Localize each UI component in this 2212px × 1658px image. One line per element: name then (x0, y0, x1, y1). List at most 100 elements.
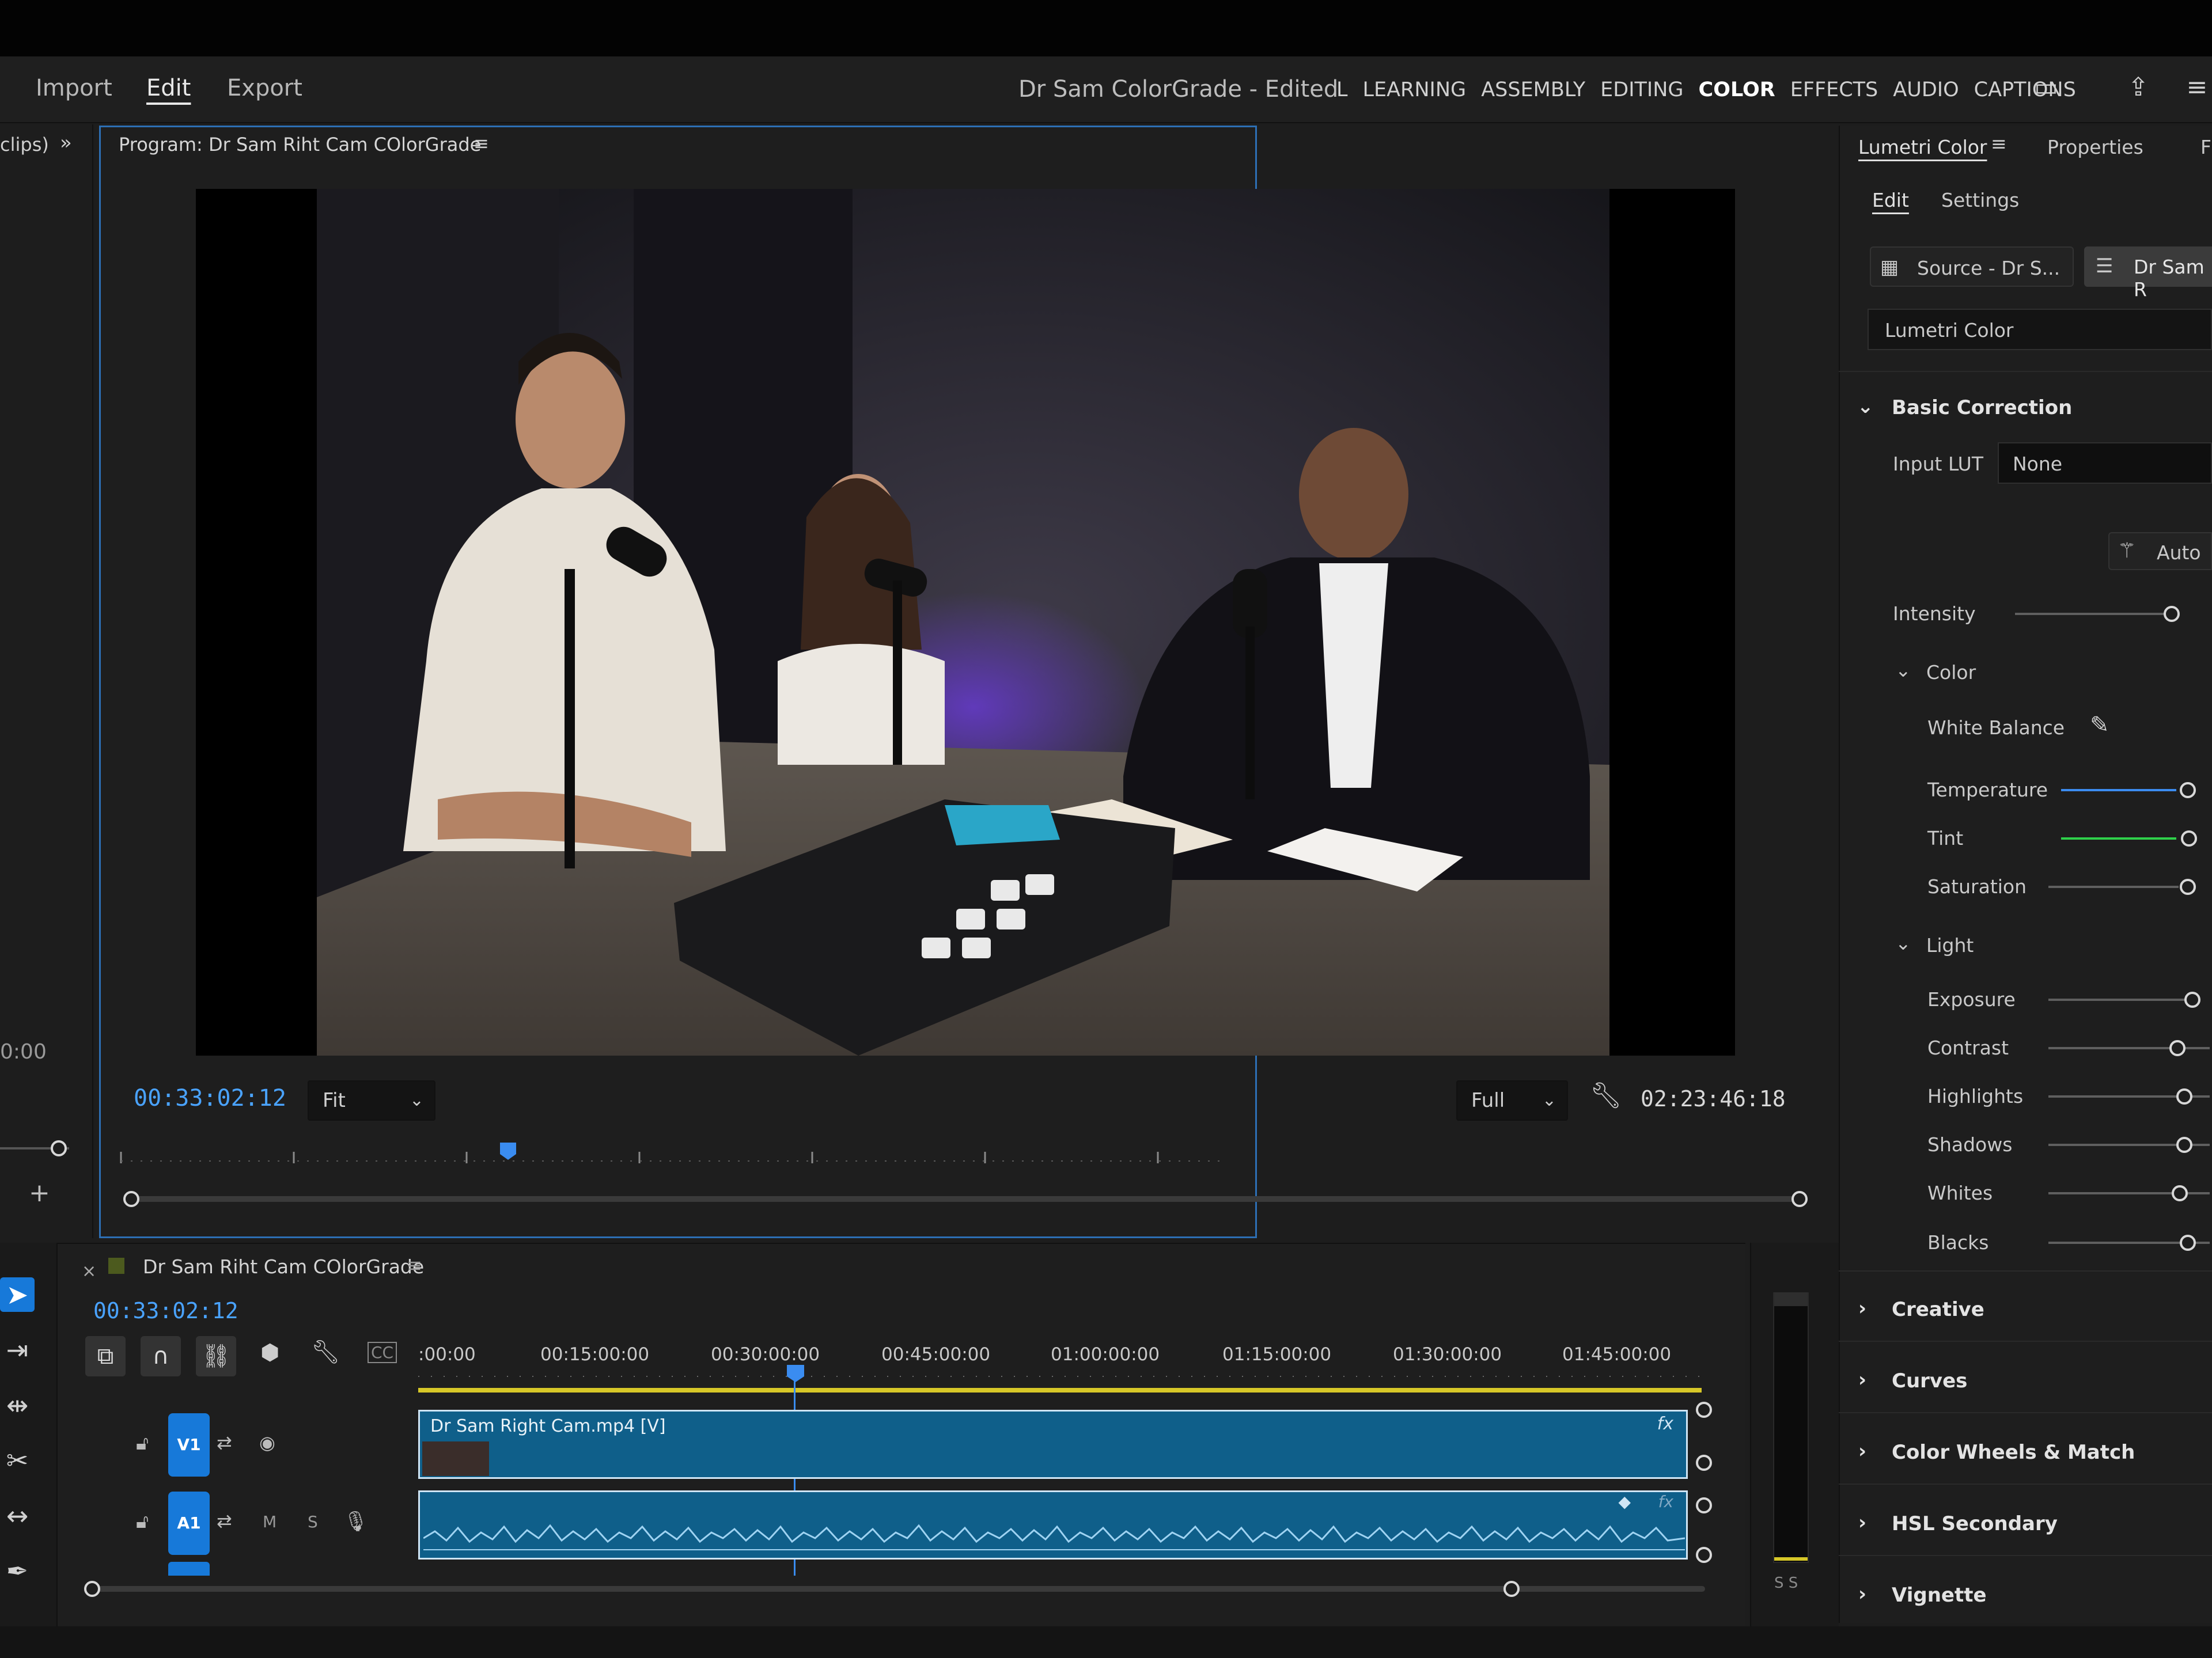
quality-dropdown[interactable]: Full ⌄ (1456, 1080, 1568, 1121)
track-target-v1[interactable]: V1 (168, 1413, 210, 1477)
audio-clip[interactable]: ◆ fx (418, 1490, 1688, 1560)
blacks-knob[interactable] (2180, 1235, 2196, 1251)
lumetri-menu-icon[interactable]: ≡ (1991, 132, 2007, 155)
workspace-tab-editing[interactable]: EDITING (1600, 78, 1683, 101)
sync-lock-icon[interactable]: ⇄ (217, 1510, 232, 1532)
program-zoom-right-handle[interactable] (1791, 1191, 1808, 1207)
expand-panels-icon[interactable]: » (60, 131, 72, 154)
track-handle[interactable] (1696, 1497, 1712, 1513)
auto-button[interactable]: ⚚ Auto (2108, 532, 2212, 570)
add-icon[interactable]: + (29, 1178, 50, 1208)
temperature-knob[interactable] (2180, 782, 2196, 798)
section-row-hsl[interactable]: › HSL Secondary (1839, 1484, 2212, 1554)
track-target-a2[interactable] (168, 1562, 210, 1576)
meter-solo-labels[interactable]: S S (1774, 1574, 1798, 1592)
tab-overflow[interactable]: F (2200, 136, 2211, 158)
timeline-timecode[interactable]: 00:33:02:12 (93, 1298, 238, 1323)
menu-edit[interactable]: Edit (146, 75, 191, 101)
track-select-tool-icon[interactable]: ⇥ (0, 1333, 35, 1367)
add-marker-icon[interactable]: ⬢ (260, 1340, 279, 1365)
chevron-down-icon[interactable]: ⌄ (1895, 932, 1911, 954)
track-target-a1[interactable]: A1 (168, 1492, 210, 1555)
microphone-icon[interactable]: 🎙︎ (343, 1510, 368, 1533)
target-clip-button[interactable]: ☰ Dr Sam R (2084, 246, 2212, 301)
lock-icon[interactable]: 🔓︎ (136, 1510, 149, 1533)
input-lut-dropdown[interactable]: None (1998, 442, 2212, 484)
hamburger-menu-icon[interactable]: ≡ (2181, 71, 2212, 104)
track-handle[interactable] (1696, 1402, 1712, 1418)
selection-tool-icon[interactable]: ➤ (0, 1277, 35, 1312)
saturation-slider[interactable] (2048, 886, 2179, 888)
fx-badge[interactable]: fx (1657, 1414, 1673, 1434)
exposure-knob[interactable] (2184, 992, 2200, 1008)
program-menu-icon[interactable]: ≡ (474, 132, 489, 154)
audio-keyframe-icon[interactable]: ◆ (1618, 1492, 1631, 1511)
intensity-knob[interactable] (2164, 606, 2180, 622)
eye-icon[interactable]: ◉ (259, 1432, 275, 1454)
section-row-color-wheels[interactable]: › Color Wheels & Match (1839, 1412, 2212, 1482)
section-row-curves[interactable]: › Curves (1839, 1341, 2212, 1411)
lock-icon[interactable]: 🔓︎ (136, 1432, 149, 1455)
timeline-settings-wrench-icon[interactable]: 🔧︎ (311, 1338, 340, 1365)
shadows-knob[interactable] (2176, 1137, 2192, 1153)
eyedropper-icon[interactable]: ✎ (2090, 712, 2109, 738)
workspace-tab-audio[interactable]: AUDIO (1893, 78, 1959, 101)
intensity-slider[interactable] (2015, 613, 2171, 615)
linked-selection-icon[interactable]: ⛓ (196, 1336, 236, 1376)
chevron-down-icon[interactable]: ⌄ (1895, 659, 1911, 681)
tab-properties[interactable]: Properties (2047, 136, 2143, 158)
menu-export[interactable]: Export (227, 75, 302, 101)
share-icon[interactable]: ⇪ (2122, 71, 2154, 104)
pen-tool-icon[interactable]: ✒ (0, 1554, 35, 1588)
sequence-tab[interactable]: Dr Sam Riht Cam COlorGrade (143, 1255, 424, 1278)
saturation-knob[interactable] (2180, 879, 2196, 895)
wrench-icon[interactable]: 🔧︎ (1590, 1080, 1622, 1110)
contrast-knob[interactable] (2169, 1040, 2186, 1056)
tint-slider[interactable] (2061, 837, 2176, 840)
project-zoom-knob[interactable] (51, 1140, 67, 1156)
slip-tool-icon[interactable]: ↔ (0, 1498, 35, 1533)
chevron-down-icon[interactable]: ⌄ (1857, 395, 1874, 418)
snap-magnet-icon[interactable]: ∩ (141, 1336, 181, 1376)
timeline-zoom-bar[interactable] (92, 1586, 1705, 1592)
highlights-knob[interactable] (2176, 1088, 2192, 1105)
video-clip[interactable]: Dr Sam Right Cam.mp4 [V] fx (418, 1410, 1688, 1479)
contrast-slider[interactable] (2048, 1047, 2210, 1049)
program-time-ruler[interactable] (115, 1135, 1233, 1169)
subtab-edit[interactable]: Edit (1872, 189, 1909, 211)
workspace-tab-l[interactable]: L (1336, 78, 1348, 101)
ripple-edit-tool-icon[interactable]: ⇹ (0, 1388, 35, 1422)
razor-tool-icon[interactable]: ✂ (0, 1443, 35, 1478)
sequence-menu-icon[interactable]: ≡ (407, 1254, 422, 1276)
workspace-tab-learning[interactable]: LEARNING (1363, 78, 1467, 101)
section-light[interactable]: Light (1926, 934, 1974, 957)
workspace-tab-assembly[interactable]: ASSEMBLY (1481, 78, 1585, 101)
workspace-tab-color[interactable]: COLOR (1699, 78, 1775, 101)
panel-layout-icon[interactable]: ▭ (2030, 71, 2062, 104)
track-handle[interactable] (1696, 1547, 1712, 1563)
temperature-slider[interactable] (2061, 789, 2176, 791)
program-current-timecode[interactable]: 00:33:02:12 (134, 1085, 286, 1111)
tint-knob[interactable] (2181, 830, 2197, 847)
source-clip-button[interactable]: ▦ Source - Dr S... (1870, 246, 2074, 287)
section-basic-correction[interactable]: Basic Correction (1892, 396, 2072, 419)
section-color[interactable]: Color (1926, 661, 1976, 684)
section-row-creative[interactable]: › Creative (1839, 1270, 2212, 1341)
sync-lock-icon[interactable]: ⇄ (217, 1432, 232, 1454)
effect-selector[interactable]: Lumetri Color (1868, 309, 2212, 350)
solo-button[interactable]: S (308, 1512, 318, 1531)
timeline-zoom-left-handle[interactable] (84, 1581, 100, 1597)
close-sequence-icon[interactable]: × (82, 1261, 96, 1281)
program-zoom-left-handle[interactable] (123, 1191, 139, 1207)
track-handle[interactable] (1696, 1455, 1712, 1471)
insert-nest-icon[interactable]: ⧉ (85, 1336, 126, 1376)
subtab-settings[interactable]: Settings (1941, 189, 2019, 211)
program-zoom-bar[interactable] (131, 1196, 1802, 1202)
tab-lumetri-color[interactable]: Lumetri Color (1858, 136, 1987, 158)
zoom-dropdown[interactable]: Fit ⌄ (308, 1080, 435, 1121)
audio-fx-badge[interactable]: fx (1658, 1492, 1673, 1511)
timeline-ruler[interactable] (418, 1365, 1703, 1394)
workspace-tab-effects[interactable]: EFFECTS (1790, 78, 1878, 101)
mute-button[interactable]: M (263, 1512, 276, 1531)
exposure-slider[interactable] (2048, 999, 2187, 1001)
